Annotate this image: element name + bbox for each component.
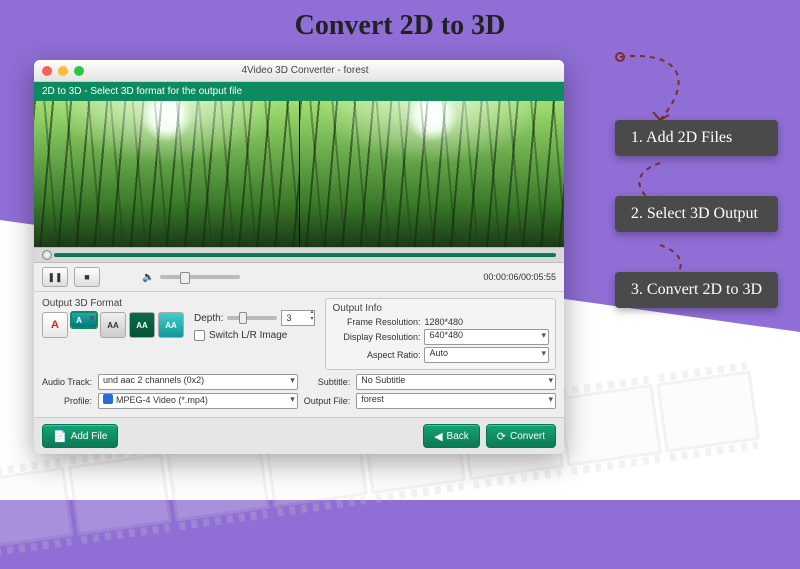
seek-track[interactable] — [54, 253, 556, 257]
convert-icon: ⟳ — [497, 430, 506, 443]
playback-controls: ❚❚ ■ 🔈 00:00:06/00:05:55 — [34, 263, 564, 292]
stop-icon: ■ — [84, 272, 89, 282]
output-file-value: forest — [361, 394, 384, 404]
step-2-callout: 2. Select 3D Output — [615, 196, 778, 232]
back-button[interactable]: ◀ Back — [423, 424, 480, 448]
output-format-label: Output 3D Format — [42, 298, 184, 309]
output-file-field[interactable]: forest — [356, 393, 556, 409]
output-info-box: Output Info Frame Resolution: 1280*480 D… — [325, 298, 556, 370]
window-titlebar[interactable]: 4Video 3D Converter - forest — [34, 60, 564, 82]
depth-stepper[interactable]: 3 — [281, 310, 315, 326]
add-file-icon: 📄 — [53, 430, 67, 443]
display-res-select[interactable]: 640*480 — [424, 329, 549, 345]
aspect-label: Aspect Ratio: — [332, 350, 420, 360]
app-window: 4Video 3D Converter - forest 2D to 3D - … — [34, 60, 564, 454]
display-res-value: 640*480 — [429, 330, 463, 340]
pause-button[interactable]: ❚❚ — [42, 267, 68, 287]
format-anaglyph-red[interactable]: A — [42, 312, 68, 338]
volume-slider[interactable] — [160, 275, 240, 279]
preview-right-eye — [300, 101, 565, 247]
format-anaglyph-cyan[interactable]: A — [71, 312, 97, 328]
preview-left-eye — [34, 101, 299, 247]
audio-track-select[interactable]: und aac 2 channels (0x2) — [98, 374, 298, 390]
audio-track-label: Audio Track: — [42, 377, 92, 387]
pause-icon: ❚❚ — [47, 272, 62, 283]
profile-select[interactable]: MPEG-4 Video (*.mp4) — [98, 393, 298, 409]
format-tab[interactable]: AA — [158, 312, 184, 338]
aspect-value: Auto — [429, 348, 448, 358]
seek-bar[interactable] — [34, 247, 564, 263]
depth-label: Depth: — [194, 313, 223, 324]
format-sbs-half[interactable]: AA — [129, 312, 155, 338]
subtitle-select[interactable]: No Subtitle — [356, 374, 556, 390]
profile-format-icon — [103, 394, 113, 404]
display-res-label: Display Resolution: — [332, 332, 420, 342]
stop-button[interactable]: ■ — [74, 267, 100, 287]
format-sbs-full[interactable]: AA — [100, 312, 126, 338]
back-arrow-icon: ◀ — [434, 430, 442, 443]
aspect-select[interactable]: Auto — [424, 347, 549, 363]
window-title: 4Video 3D Converter - forest — [54, 65, 556, 76]
output-file-label: Output File: — [304, 396, 351, 406]
back-label: Back — [447, 431, 469, 442]
add-file-label: Add File — [71, 431, 108, 442]
depth-slider[interactable] — [227, 316, 277, 320]
switch-lr-checkbox[interactable] — [194, 330, 205, 341]
depth-value: 3 — [286, 313, 291, 323]
time-display: 00:00:06/00:05:55 — [483, 272, 556, 282]
audio-track-value: und aac 2 channels (0x2) — [103, 375, 204, 385]
seek-handle-icon[interactable] — [42, 250, 52, 260]
volume-icon: 🔈 — [142, 272, 154, 283]
output-info-title: Output Info — [332, 303, 549, 314]
video-preview — [34, 101, 564, 247]
steps-list: 1. Add 2D Files 2. Select 3D Output 3. C… — [615, 120, 778, 308]
profile-label: Profile: — [42, 396, 92, 406]
convert-label: Convert — [510, 431, 545, 442]
status-instruction-bar: 2D to 3D - Select 3D format for the outp… — [34, 82, 564, 101]
subtitle-value: No Subtitle — [361, 375, 405, 385]
footer-bar: 📄 Add File ◀ Back ⟳ Convert — [34, 417, 564, 454]
convert-button[interactable]: ⟳ Convert — [486, 424, 556, 448]
profile-value: MPEG-4 Video (*.mp4) — [116, 395, 208, 405]
subtitle-label: Subtitle: — [304, 377, 351, 387]
add-file-button[interactable]: 📄 Add File — [42, 424, 118, 448]
step-3-callout: 3. Convert 2D to 3D — [615, 272, 778, 308]
switch-lr-label: Switch L/R Image — [209, 330, 287, 341]
close-icon[interactable] — [42, 66, 52, 76]
frame-res-label: Frame Resolution: — [332, 317, 420, 327]
page-title: Convert 2D to 3D — [0, 0, 800, 50]
frame-res-value: 1280*480 — [424, 317, 463, 327]
format-options: A A AA AA AA — [42, 312, 184, 338]
step-1-callout: 1. Add 2D Files — [615, 120, 778, 156]
